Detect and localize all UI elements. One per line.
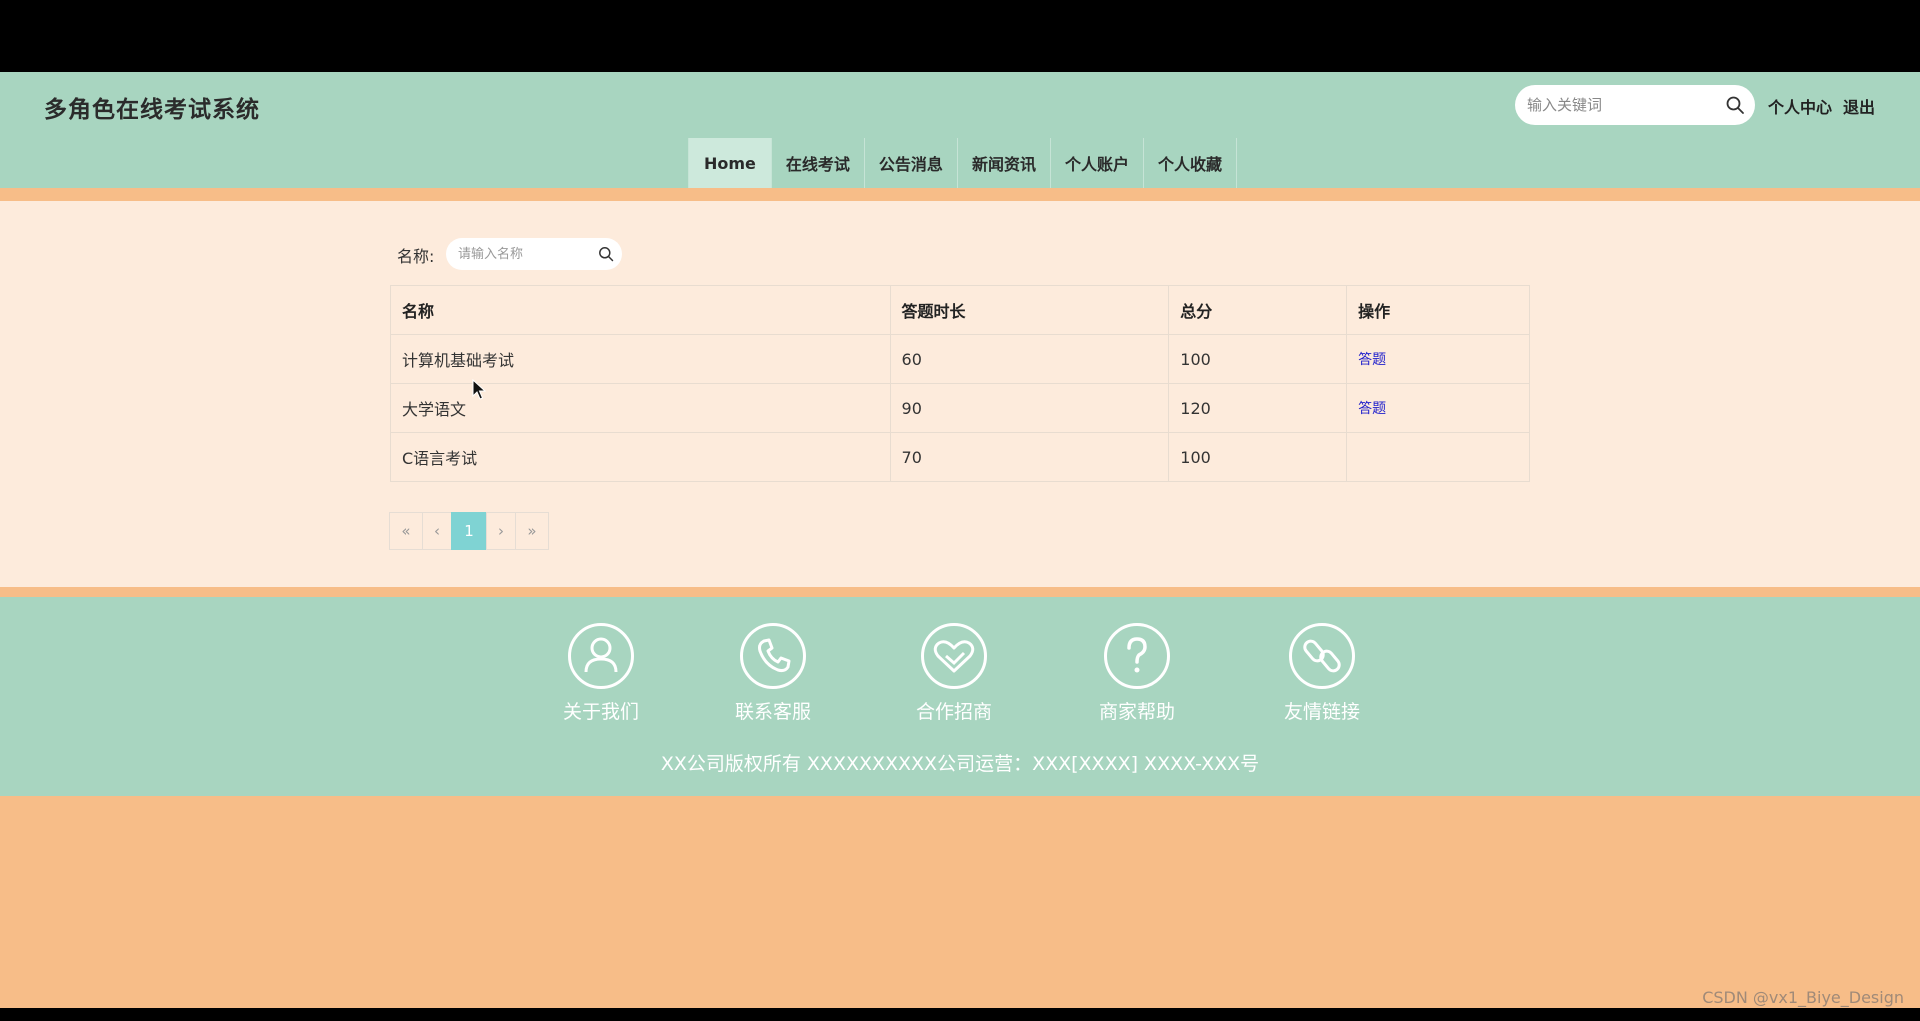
top-black-bar <box>0 0 1920 72</box>
page-next-button[interactable]: › <box>486 512 516 550</box>
nav-item-home[interactable]: Home <box>688 138 771 188</box>
footer-item-about[interactable]: 关于我们 <box>541 623 661 724</box>
exam-duration: 70 <box>889 432 1170 482</box>
header: 多角色在线考试系统 个人中心 退出 Home 在线考试 公告消息 新闻资讯 个人… <box>0 72 1920 188</box>
header-search <box>1515 85 1755 125</box>
bottom-background <box>0 796 1920 1008</box>
exam-duration: 90 <box>889 383 1170 433</box>
bottom-black-bar <box>0 1008 1920 1021</box>
pagination: « ‹ 1 › » <box>389 512 549 550</box>
column-header-score: 总分 <box>1168 285 1348 335</box>
column-header-action: 操作 <box>1346 285 1530 335</box>
page-number-button[interactable]: 1 <box>451 512 487 550</box>
exam-name: 大学语文 <box>390 383 891 433</box>
nav-item-announcements[interactable]: 公告消息 <box>863 138 957 188</box>
name-filter-input[interactable] <box>458 244 588 264</box>
table-row: 计算机基础考试 60 100 答题 <box>390 334 1530 384</box>
name-filter <box>446 238 622 270</box>
footer-item-help[interactable]: 商家帮助 <box>1077 623 1197 724</box>
question-icon <box>1104 623 1170 689</box>
mouse-cursor-icon <box>472 379 486 400</box>
footer-label-help: 商家帮助 <box>1098 701 1175 723</box>
exam-action-cell: 答题 <box>1346 334 1530 384</box>
answer-button[interactable]: 答题 <box>1358 352 1386 368</box>
exam-action-cell <box>1346 432 1530 482</box>
column-header-duration: 答题时长 <box>889 285 1170 335</box>
footer-label-partnership: 合作招商 <box>915 701 992 723</box>
footer-label-about: 关于我们 <box>562 701 639 723</box>
logout-link[interactable]: 退出 <box>1843 94 1875 118</box>
exam-duration: 60 <box>889 334 1170 384</box>
name-filter-label: 名称: <box>397 247 435 266</box>
main-content: 名称: 名称 答题时长 总分 操作 计算机基础考试 60 100 答题 大学语 <box>0 201 1920 587</box>
exam-table: 名称 答题时长 总分 操作 计算机基础考试 60 100 答题 大学语文 90 … <box>390 285 1530 482</box>
footer-item-links[interactable]: 友情链接 <box>1262 623 1382 724</box>
nav-item-favorites[interactable]: 个人收藏 <box>1142 138 1237 188</box>
footer-item-support[interactable]: 联系客服 <box>713 623 833 724</box>
personal-center-link[interactable]: 个人中心 <box>1768 94 1832 118</box>
footer-item-partnership[interactable]: 合作招商 <box>894 623 1014 724</box>
link-icon <box>1289 623 1355 689</box>
search-icon[interactable] <box>598 246 614 262</box>
answer-button[interactable]: 答题 <box>1358 401 1386 417</box>
page-first-button[interactable]: « <box>389 512 423 550</box>
exam-score: 120 <box>1168 383 1348 433</box>
nav-item-account[interactable]: 个人账户 <box>1049 138 1143 188</box>
site-title: 多角色在线考试系统 <box>44 97 260 123</box>
copyright-text: XX公司版权所有 XXXXXXXXXX公司运营：XXX[XXXX] XXXX-X… <box>660 753 1260 775</box>
footer: 关于我们 联系客服 合作招商 商家帮助 友情链接 XX公司版权所有 XXXXXX… <box>0 597 1920 796</box>
exam-score: 100 <box>1168 334 1348 384</box>
phone-icon <box>740 623 806 689</box>
handshake-heart-icon <box>921 623 987 689</box>
exam-name: 计算机基础考试 <box>390 334 891 384</box>
page-prev-button[interactable]: ‹ <box>422 512 452 550</box>
footer-label-support: 联系客服 <box>734 701 811 723</box>
table-row: 大学语文 90 120 答题 <box>390 383 1530 433</box>
footer-label-links: 友情链接 <box>1283 701 1360 723</box>
divider-stripe <box>0 587 1920 597</box>
exam-name: C语言考试 <box>390 432 891 482</box>
search-icon[interactable] <box>1725 95 1745 115</box>
user-icon <box>568 623 634 689</box>
main-nav: Home 在线考试 公告消息 新闻资讯 个人账户 个人收藏 <box>688 138 1237 188</box>
nav-item-online-exam[interactable]: 在线考试 <box>770 138 864 188</box>
exam-action-cell: 答题 <box>1346 383 1530 433</box>
nav-item-news[interactable]: 新闻资讯 <box>956 138 1050 188</box>
watermark-text: CSDN @vx1_Biye_Design <box>1702 988 1904 1007</box>
exam-score: 100 <box>1168 432 1348 482</box>
divider-stripe <box>0 188 1920 201</box>
page-last-button[interactable]: » <box>515 512 549 550</box>
table-row: C语言考试 70 100 <box>390 432 1530 482</box>
header-search-input[interactable] <box>1527 93 1717 117</box>
table-header-row: 名称 答题时长 总分 操作 <box>390 285 1530 335</box>
column-header-name: 名称 <box>390 285 891 335</box>
